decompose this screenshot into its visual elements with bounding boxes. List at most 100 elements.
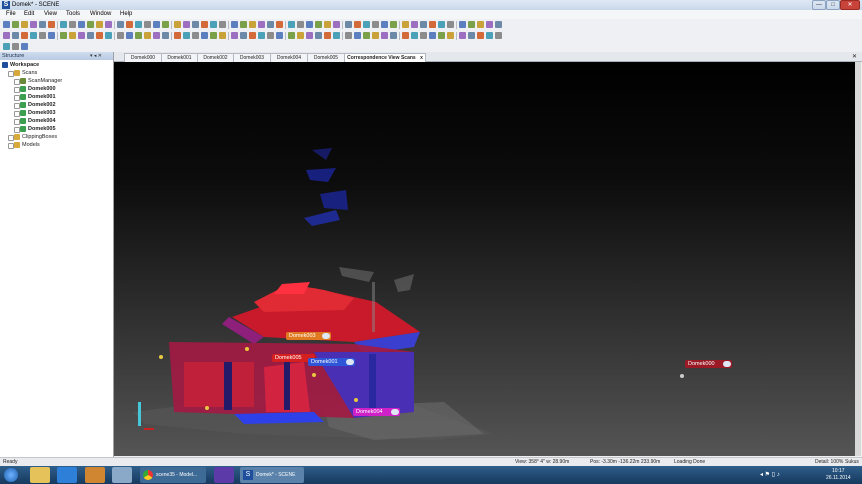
tab-domek001[interactable]: Domek001 bbox=[161, 53, 198, 62]
toolbar-tool-icon[interactable] bbox=[231, 21, 238, 28]
toolbar-tool-icon[interactable] bbox=[39, 21, 46, 28]
toolbar-tool-icon[interactable] bbox=[324, 21, 331, 28]
toolbar-tool-icon[interactable] bbox=[96, 21, 103, 28]
toolbar-tool-icon[interactable] bbox=[135, 21, 142, 28]
tab-domek004[interactable]: Domek004 bbox=[270, 53, 308, 62]
toolbar-tool-icon[interactable] bbox=[390, 32, 397, 39]
toolbar-tool-icon[interactable] bbox=[447, 21, 454, 28]
tree-item[interactable]: Domek004 bbox=[0, 117, 113, 125]
eye-icon[interactable] bbox=[723, 361, 731, 367]
toolbar-tool-icon[interactable] bbox=[381, 32, 388, 39]
eye-icon[interactable] bbox=[391, 409, 399, 415]
toolbar-tool-icon[interactable] bbox=[258, 32, 265, 39]
tree-item[interactable]: Domek005 bbox=[0, 125, 113, 133]
toolbar-tool-icon[interactable] bbox=[324, 32, 331, 39]
toolbar-tool-icon[interactable] bbox=[21, 32, 28, 39]
toolbar-tool-icon[interactable] bbox=[48, 32, 55, 39]
toolbar-tool-icon[interactable] bbox=[411, 32, 418, 39]
tray-icons[interactable]: ◂ ⚑ ▯ ♪ bbox=[760, 471, 780, 478]
toolbar-tool-icon[interactable] bbox=[267, 21, 274, 28]
toolbar-tool-icon[interactable] bbox=[381, 21, 388, 28]
toolbar-tool-icon[interactable] bbox=[231, 32, 238, 39]
toolbar-tool-icon[interactable] bbox=[21, 43, 28, 50]
tree-item[interactable]: Domek002 bbox=[0, 101, 113, 109]
toolbar-tool-icon[interactable] bbox=[174, 32, 181, 39]
toolbar-tool-icon[interactable] bbox=[333, 32, 340, 39]
toolbar-tool-icon[interactable] bbox=[390, 21, 397, 28]
toolbar-tool-icon[interactable] bbox=[30, 21, 37, 28]
toolbar-tool-icon[interactable] bbox=[315, 32, 322, 39]
toolbar-tool-icon[interactable] bbox=[201, 32, 208, 39]
toolbar-tool-icon[interactable] bbox=[3, 32, 10, 39]
taskbar-media-icon[interactable] bbox=[85, 467, 105, 483]
toolbar-tool-icon[interactable] bbox=[249, 21, 256, 28]
toolbar-tool-icon[interactable] bbox=[192, 21, 199, 28]
toolbar-tool-icon[interactable] bbox=[276, 32, 283, 39]
toolbar-tool-icon[interactable] bbox=[192, 32, 199, 39]
eye-icon[interactable] bbox=[322, 333, 330, 339]
toolbar-tool-icon[interactable] bbox=[315, 21, 322, 28]
toolbar-tool-icon[interactable] bbox=[495, 21, 502, 28]
tree-item[interactable]: Domek003 bbox=[0, 109, 113, 117]
toolbar-tool-icon[interactable] bbox=[477, 32, 484, 39]
toolbar-tool-icon[interactable] bbox=[486, 21, 493, 28]
toolbar-tool-icon[interactable] bbox=[363, 21, 370, 28]
toolbar-tool-icon[interactable] bbox=[3, 21, 10, 28]
toolbar-tool-icon[interactable] bbox=[39, 32, 46, 39]
clock-time[interactable]: 10:17 bbox=[832, 468, 845, 474]
toolbar-tool-icon[interactable] bbox=[69, 21, 76, 28]
toolbar-tool-icon[interactable] bbox=[276, 21, 283, 28]
toolbar-tool-icon[interactable] bbox=[135, 32, 142, 39]
toolbar-tool-icon[interactable] bbox=[486, 32, 493, 39]
close-window-button[interactable]: ✕ bbox=[840, 0, 860, 10]
toolbar-tool-icon[interactable] bbox=[219, 21, 226, 28]
toolbar-tool-icon[interactable] bbox=[183, 21, 190, 28]
toolbar-tool-icon[interactable] bbox=[60, 32, 67, 39]
tree-item[interactable]: Domek001 bbox=[0, 93, 113, 101]
toolbar-tool-icon[interactable] bbox=[126, 32, 133, 39]
tree-item[interactable]: ClippingBoxes bbox=[0, 133, 113, 141]
toolbar-tool-icon[interactable] bbox=[60, 21, 67, 28]
scan-label-domek001[interactable]: Domek001 bbox=[308, 358, 355, 366]
toolbar-tool-icon[interactable] bbox=[372, 21, 379, 28]
toolbar-tool-icon[interactable] bbox=[438, 32, 445, 39]
toolbar-tool-icon[interactable] bbox=[105, 21, 112, 28]
toolbar-tool-icon[interactable] bbox=[12, 21, 19, 28]
toolbar-tool-icon[interactable] bbox=[126, 21, 133, 28]
toolbar-tool-icon[interactable] bbox=[210, 21, 217, 28]
scan-label-domek003[interactable]: Domek003 bbox=[286, 332, 331, 340]
toolbar-tool-icon[interactable] bbox=[306, 32, 313, 39]
toolbar-tool-icon[interactable] bbox=[87, 32, 94, 39]
toolbar-tool-icon[interactable] bbox=[12, 43, 19, 50]
toolbar-tool-icon[interactable] bbox=[288, 21, 295, 28]
toolbar-tool-icon[interactable] bbox=[153, 32, 160, 39]
toolbar-tool-icon[interactable] bbox=[219, 32, 226, 39]
tree-item[interactable]: Scans bbox=[0, 69, 113, 77]
tree-item[interactable]: Workspace bbox=[0, 61, 113, 69]
toolbar-tool-icon[interactable] bbox=[333, 21, 340, 28]
toolbar-tool-icon[interactable] bbox=[240, 21, 247, 28]
toolbar-tool-icon[interactable] bbox=[420, 32, 427, 39]
tree-item[interactable]: Domek000 bbox=[0, 85, 113, 93]
toolbar-tool-icon[interactable] bbox=[153, 21, 160, 28]
menu-help[interactable]: Help bbox=[120, 10, 132, 19]
scan-label-domek000[interactable]: Domek000 bbox=[685, 360, 732, 368]
toolbar-tool-icon[interactable] bbox=[345, 21, 352, 28]
toolbar-tool-icon[interactable] bbox=[162, 32, 169, 39]
toolbar-tool-icon[interactable] bbox=[105, 32, 112, 39]
toolbar-tool-icon[interactable] bbox=[96, 32, 103, 39]
tree-item[interactable]: Models bbox=[0, 141, 113, 149]
toolbar-tool-icon[interactable] bbox=[354, 32, 361, 39]
3d-viewport[interactable]: Domek003 Domek005 Domek001 Domek004 Dome… bbox=[114, 62, 859, 456]
toolbar-tool-icon[interactable] bbox=[306, 21, 313, 28]
toolbar-tool-icon[interactable] bbox=[210, 32, 217, 39]
toolbar-tool-icon[interactable] bbox=[495, 32, 502, 39]
toolbar-tool-icon[interactable] bbox=[69, 32, 76, 39]
toolbar-tool-icon[interactable] bbox=[345, 32, 352, 39]
toolbar-tool-icon[interactable] bbox=[420, 21, 427, 28]
menu-view[interactable]: View bbox=[44, 10, 57, 19]
toolbar-tool-icon[interactable] bbox=[144, 32, 151, 39]
menu-file[interactable]: File bbox=[6, 10, 16, 19]
toolbar-tool-icon[interactable] bbox=[78, 21, 85, 28]
toolbar-tool-icon[interactable] bbox=[144, 21, 151, 28]
